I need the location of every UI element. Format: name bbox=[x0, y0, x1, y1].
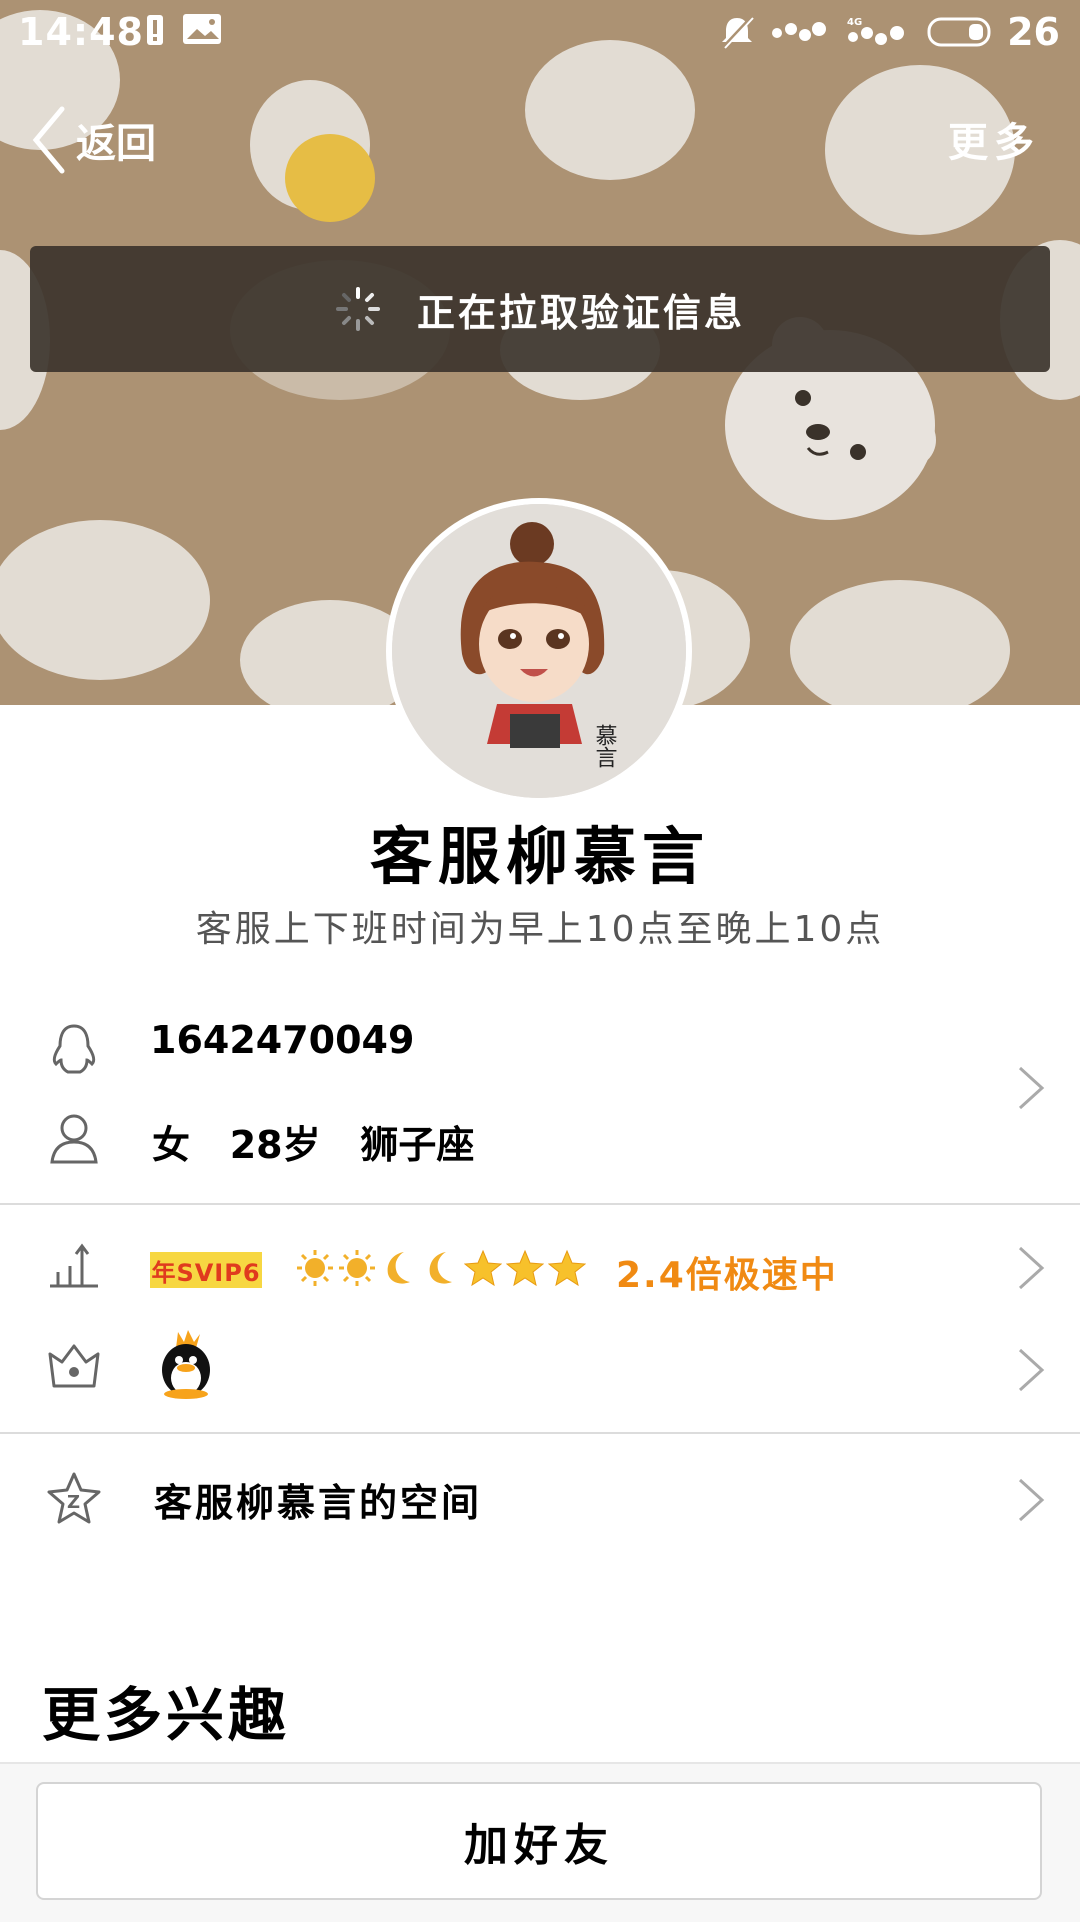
privilege-row[interactable] bbox=[0, 1320, 1080, 1420]
svip-badge: 年SVIP6 bbox=[150, 1252, 262, 1288]
chevron-right-icon bbox=[1018, 1246, 1045, 1290]
avatar[interactable]: 慕言 bbox=[386, 498, 692, 804]
more-interests-title: 更多兴趣 bbox=[42, 1681, 291, 1749]
avatar-caption: 慕言 bbox=[592, 724, 618, 768]
chevron-right-icon bbox=[1018, 1478, 1045, 1522]
person-icon bbox=[50, 1114, 98, 1164]
sun-icon bbox=[297, 1250, 333, 1286]
chevron-right-icon bbox=[1018, 1348, 1045, 1392]
moon-icon bbox=[429, 1252, 452, 1284]
loading-toast: 正在拉取验证信息 bbox=[30, 246, 1050, 372]
crown-icon bbox=[48, 1344, 100, 1388]
qq-penguin-icon bbox=[52, 1024, 96, 1074]
level-chart-icon bbox=[50, 1243, 98, 1288]
zodiac: 狮子座 bbox=[360, 1123, 475, 1167]
age: 28岁 bbox=[229, 1123, 321, 1167]
sun-icon bbox=[339, 1250, 375, 1286]
qzone-star-icon: Z bbox=[47, 1472, 101, 1524]
basic-info-row[interactable]: 1642470049 女 28岁 狮子座 bbox=[0, 1000, 1080, 1200]
add-friend-button[interactable]: 加好友 bbox=[36, 1782, 1042, 1900]
moon-icon bbox=[387, 1252, 410, 1284]
star-icon bbox=[548, 1249, 586, 1287]
level-icons bbox=[296, 1248, 586, 1288]
image-notification-icon bbox=[183, 14, 221, 44]
qzone-label: 客服柳慕言的空间 bbox=[154, 1481, 483, 1525]
svg-text:4G: 4G bbox=[847, 17, 862, 28]
gender: 女 bbox=[152, 1123, 191, 1167]
avatar-image: 慕言 bbox=[392, 504, 686, 798]
status-time: 14:48 bbox=[18, 10, 144, 54]
back-label: 返回 bbox=[76, 121, 156, 167]
signal-icon bbox=[772, 22, 827, 41]
divider bbox=[0, 1203, 1080, 1205]
more-button[interactable]: 更多 bbox=[948, 110, 1040, 168]
loading-spinner-icon bbox=[335, 287, 380, 331]
toast-message: 正在拉取验证信息 bbox=[416, 290, 745, 335]
battery-icon bbox=[927, 17, 991, 47]
profile-name: 客服柳慕言 bbox=[369, 820, 710, 893]
mute-icon bbox=[721, 14, 755, 50]
chevron-right-icon bbox=[1018, 1066, 1045, 1110]
profile-signature: 客服上下班时间为早上10点至晚上10点 bbox=[195, 909, 885, 950]
speed-status: 2.4倍极速中 bbox=[616, 1255, 838, 1296]
network-4g-icon: 4G bbox=[847, 17, 905, 45]
battery-alert-icon bbox=[147, 15, 163, 45]
qq-number: 1642470049 bbox=[150, 1018, 415, 1062]
divider bbox=[0, 1432, 1080, 1434]
status-bar: 14:48 4G 26 bbox=[0, 0, 1080, 66]
battery-level: 26 bbox=[1007, 10, 1060, 54]
back-button[interactable]: 返回 bbox=[30, 100, 156, 180]
svg-text:Z: Z bbox=[67, 1492, 80, 1513]
qzone-row[interactable]: Z 客服柳慕言的空间 bbox=[0, 1450, 1080, 1550]
qq-penguin-badge-icon bbox=[162, 1330, 210, 1399]
chevron-left-icon bbox=[32, 106, 65, 174]
star-icon bbox=[464, 1249, 502, 1287]
star-icon bbox=[506, 1249, 544, 1287]
